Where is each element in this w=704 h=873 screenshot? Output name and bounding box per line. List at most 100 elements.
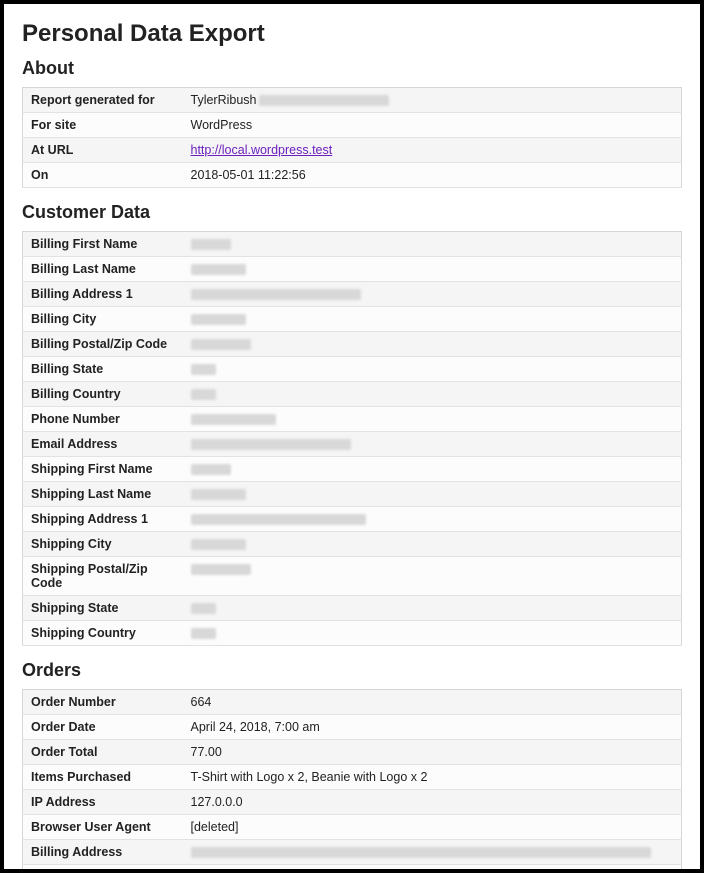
url-link[interactable]: http://local.wordpress.test: [191, 143, 333, 157]
row-value: 664: [183, 690, 682, 715]
row-label: Order Total: [23, 740, 183, 765]
table-row: Phone Number: [23, 407, 682, 432]
row-label: Report generated for: [23, 88, 183, 113]
table-row: Order Date April 24, 2018, 7:00 am: [23, 715, 682, 740]
orders-table: Order Number 664 Order Date April 24, 2018,…: [22, 689, 682, 873]
table-row: Billing State: [23, 357, 682, 382]
customer-data-heading: Customer Data: [22, 202, 682, 223]
row-value: http://local.wordpress.test: [183, 138, 682, 163]
redacted-segment: [191, 289, 361, 300]
row-label: Items Purchased: [23, 765, 183, 790]
row-value: T-Shirt with Logo x 2, Beanie with Logo …: [183, 765, 682, 790]
value-text: 127.0.0.0: [191, 795, 243, 809]
row-value: [183, 557, 682, 596]
redacted-segment: [191, 539, 246, 550]
table-row: Shipping State: [23, 596, 682, 621]
row-label: Order Number: [23, 690, 183, 715]
row-value: [183, 282, 682, 307]
row-value: [183, 407, 682, 432]
row-label: Billing Postal/Zip Code: [23, 332, 183, 357]
row-label: Shipping Address: [23, 865, 183, 873]
row-value: [183, 865, 682, 873]
table-row: Shipping Last Name: [23, 482, 682, 507]
row-label: IP Address: [23, 790, 183, 815]
row-value: [183, 507, 682, 532]
table-row: Browser User Agent[deleted]: [23, 815, 682, 840]
row-label: Shipping City: [23, 532, 183, 557]
redacted-segment: [259, 95, 389, 106]
about-heading: About: [22, 58, 682, 79]
value-text: 664: [191, 695, 212, 709]
row-value: April 24, 2018, 7:00 am: [183, 715, 682, 740]
about-table: Report generated for TylerRibush For site W…: [22, 87, 682, 188]
table-row: For site WordPress: [23, 113, 682, 138]
row-value: [deleted]: [183, 815, 682, 840]
table-row: Billing First Name: [23, 232, 682, 257]
value-text: 77.00: [191, 745, 222, 759]
value-text: 2018-05-01 11:22:56: [191, 168, 306, 182]
row-label: Billing Country: [23, 382, 183, 407]
table-row: Shipping Address 1: [23, 507, 682, 532]
row-label: Billing Last Name: [23, 257, 183, 282]
value-text: April 24, 2018, 7:00 am: [191, 720, 320, 734]
table-row: Order Number 664: [23, 690, 682, 715]
page-title: Personal Data Export: [22, 20, 682, 48]
row-value: [183, 840, 682, 865]
row-value: [183, 482, 682, 507]
table-row: Billing Postal/Zip Code: [23, 332, 682, 357]
redacted-segment: [191, 239, 231, 250]
redacted-segment: [191, 489, 246, 500]
row-value: [183, 382, 682, 407]
row-label: Billing State: [23, 357, 183, 382]
row-label: Phone Number: [23, 407, 183, 432]
table-row: Billing Country: [23, 382, 682, 407]
row-label: For site: [23, 113, 183, 138]
value-text: [deleted]: [191, 820, 239, 834]
row-label: Billing Address: [23, 840, 183, 865]
table-row: Billing Address 1: [23, 282, 682, 307]
redacted-segment: [191, 339, 251, 350]
row-label: Billing Address 1: [23, 282, 183, 307]
row-value: [183, 232, 682, 257]
table-row: Report generated for TylerRibush: [23, 88, 682, 113]
redacted-segment: [191, 264, 246, 275]
redacted-segment: [191, 514, 366, 525]
row-value: [183, 457, 682, 482]
row-value: [183, 307, 682, 332]
table-row: Shipping First Name: [23, 457, 682, 482]
redacted-segment: [191, 414, 276, 425]
redacted-segment: [191, 464, 231, 475]
value-text: T-Shirt with Logo x 2, Beanie with Logo …: [191, 770, 428, 784]
redacted-segment: [191, 364, 216, 375]
row-label: Shipping First Name: [23, 457, 183, 482]
redacted-segment: [191, 389, 216, 400]
redacted-segment: [191, 439, 351, 450]
row-label: Email Address: [23, 432, 183, 457]
redacted-segment: [191, 847, 651, 858]
value-text: WordPress: [191, 118, 253, 132]
table-row: Shipping City: [23, 532, 682, 557]
row-label: On: [23, 163, 183, 188]
row-label: Billing First Name: [23, 232, 183, 257]
table-row: Shipping Address: [23, 865, 682, 873]
row-label: Shipping Last Name: [23, 482, 183, 507]
row-label: At URL: [23, 138, 183, 163]
table-row: Order Total 77.00: [23, 740, 682, 765]
redacted-segment: [191, 628, 216, 639]
orders-heading: Orders: [22, 660, 682, 681]
row-label: Billing City: [23, 307, 183, 332]
redacted-segment: [191, 564, 251, 575]
row-value: [183, 357, 682, 382]
table-row: Billing Address: [23, 840, 682, 865]
customer-data-table: Billing First NameBilling Last NameBilli…: [22, 231, 682, 646]
row-value: [183, 257, 682, 282]
document-frame: Personal Data Export About Report genera…: [0, 0, 704, 873]
redacted-segment: [191, 314, 246, 325]
row-value: [183, 596, 682, 621]
table-row: At URL http://local.wordpress.test: [23, 138, 682, 163]
value-text: TylerRibush: [191, 93, 257, 107]
table-row: Items Purchased T-Shirt with Logo x 2, Be…: [23, 765, 682, 790]
row-label: Order Date: [23, 715, 183, 740]
row-value: TylerRibush: [183, 88, 682, 113]
row-value: [183, 532, 682, 557]
